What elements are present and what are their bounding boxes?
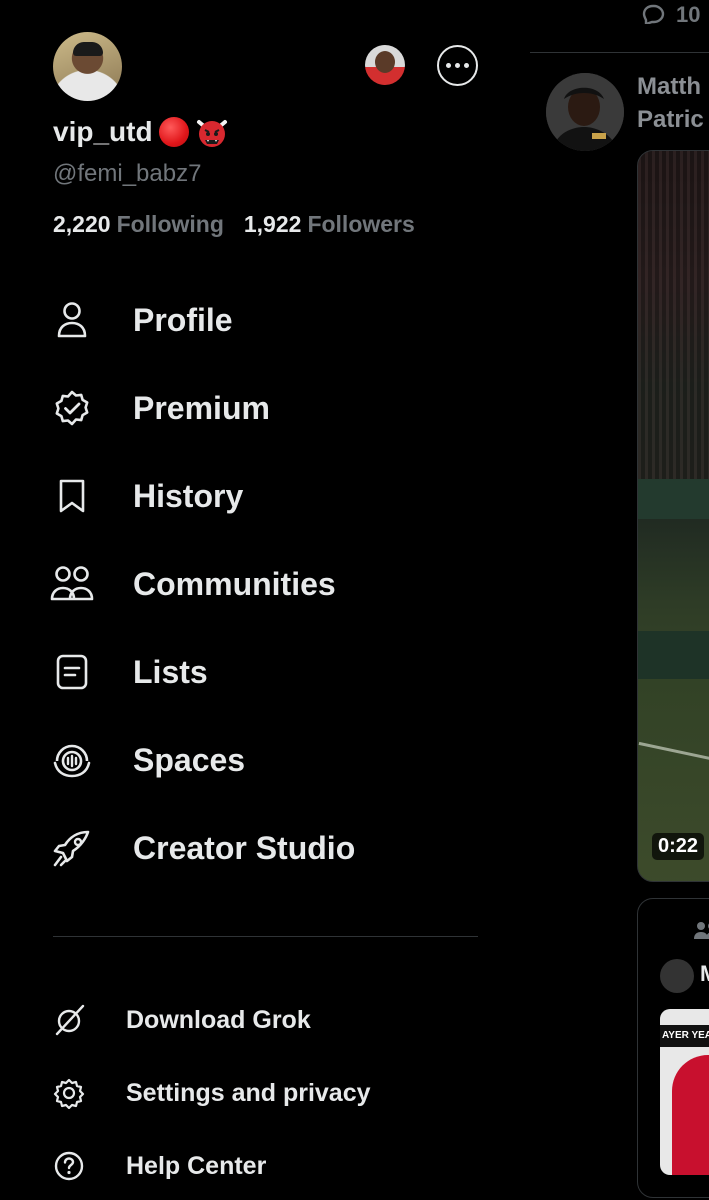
dot-icon	[464, 63, 469, 68]
nav-item-premium[interactable]: Premium	[0, 368, 480, 448]
post-video[interactable]: 0:22	[637, 150, 709, 882]
drawer-divider	[53, 936, 478, 937]
nav-item-communities[interactable]: Communities	[0, 544, 480, 624]
quote-author-name[interactable]: M	[700, 961, 709, 987]
menu-label-settings: Settings and privacy	[126, 1078, 371, 1107]
nav-item-spaces[interactable]: Spaces	[0, 720, 480, 800]
bookmark-icon	[50, 474, 94, 518]
quoted-post[interactable]: M AYER YEAR	[637, 898, 709, 1198]
nav-item-creator-studio[interactable]: Creator Studio	[0, 808, 480, 888]
more-accounts-button[interactable]	[437, 45, 478, 86]
video-duration: 0:22	[652, 833, 705, 860]
following-link[interactable]: 2,220 Following	[53, 211, 224, 238]
verified-badge-icon	[50, 386, 94, 430]
reply-count: 10	[676, 2, 701, 27]
menu-item-help-center[interactable]: Help Center	[0, 1138, 480, 1194]
nav-label-history: History	[133, 477, 244, 514]
following-count: 2,220	[53, 211, 111, 237]
dot-icon	[446, 63, 451, 68]
profile-handle[interactable]: @femi_babz7	[53, 160, 201, 188]
video-crowd	[638, 151, 709, 481]
help-icon	[52, 1149, 86, 1183]
followers-link[interactable]: 1,922 Followers	[244, 211, 415, 238]
list-icon	[50, 650, 94, 694]
display-name[interactable]: vip_utd	[53, 116, 153, 148]
post-author-name[interactable]: Matth Patric	[637, 70, 704, 136]
display-name-row[interactable]: vip_utd	[53, 116, 228, 148]
avatar-cap	[73, 42, 103, 56]
nav-label-creator-studio: Creator Studio	[133, 829, 356, 866]
profile-avatar[interactable]	[53, 32, 122, 101]
nav-item-lists[interactable]: Lists	[0, 632, 480, 712]
rocket-icon	[50, 826, 94, 870]
dot-icon	[455, 63, 460, 68]
video-advert-board-lower	[638, 631, 709, 679]
ogre-emoji-icon	[196, 116, 228, 148]
person-icon	[50, 298, 94, 342]
menu-item-settings[interactable]: Settings and privacy	[0, 1065, 480, 1121]
menu-label-help-center: Help Center	[126, 1151, 267, 1180]
follow-stats: 2,220 Following 1,922 Followers	[53, 211, 415, 238]
nav-item-history[interactable]: History	[0, 456, 480, 536]
communities-icon	[50, 562, 94, 606]
following-label: Following	[116, 211, 224, 237]
quote-image-person	[672, 1055, 709, 1175]
timeline-peek: 10 Matth Patric 0:22 M AYER YEAR	[530, 0, 709, 1200]
red-circle-emoji-icon	[158, 117, 189, 147]
video-advert-board	[638, 479, 709, 519]
quote-image-banner: AYER YEAR	[660, 1025, 709, 1047]
side-drawer: vip_utd @femi_babz7 2,220 Following 1,922…	[0, 0, 530, 1200]
menu-label-download-grok: Download Grok	[126, 1005, 311, 1034]
gear-icon	[52, 1076, 86, 1110]
spaces-icon	[50, 738, 94, 782]
nav-item-profile[interactable]: Profile	[0, 280, 480, 360]
menu-item-download-grok[interactable]: Download Grok	[0, 992, 480, 1048]
nav-label-premium: Premium	[133, 389, 270, 426]
quote-image[interactable]: AYER YEAR	[660, 1009, 709, 1175]
followers-label: Followers	[307, 211, 415, 237]
post-author-avatar[interactable]	[546, 73, 624, 151]
nav-label-communities: Communities	[133, 565, 336, 602]
switch-account-avatar[interactable]	[365, 45, 405, 85]
quote-author-avatar[interactable]	[660, 959, 694, 993]
followers-count: 1,922	[243, 211, 302, 237]
nav-label-lists: Lists	[133, 653, 208, 690]
reply-icon	[642, 4, 665, 24]
timeline-divider	[530, 52, 709, 53]
grok-icon	[52, 1003, 86, 1037]
nav-label-spaces: Spaces	[133, 741, 246, 778]
nav-label-profile: Profile	[133, 301, 233, 338]
community-icon	[694, 922, 709, 939]
account-avatar-face	[375, 51, 395, 73]
